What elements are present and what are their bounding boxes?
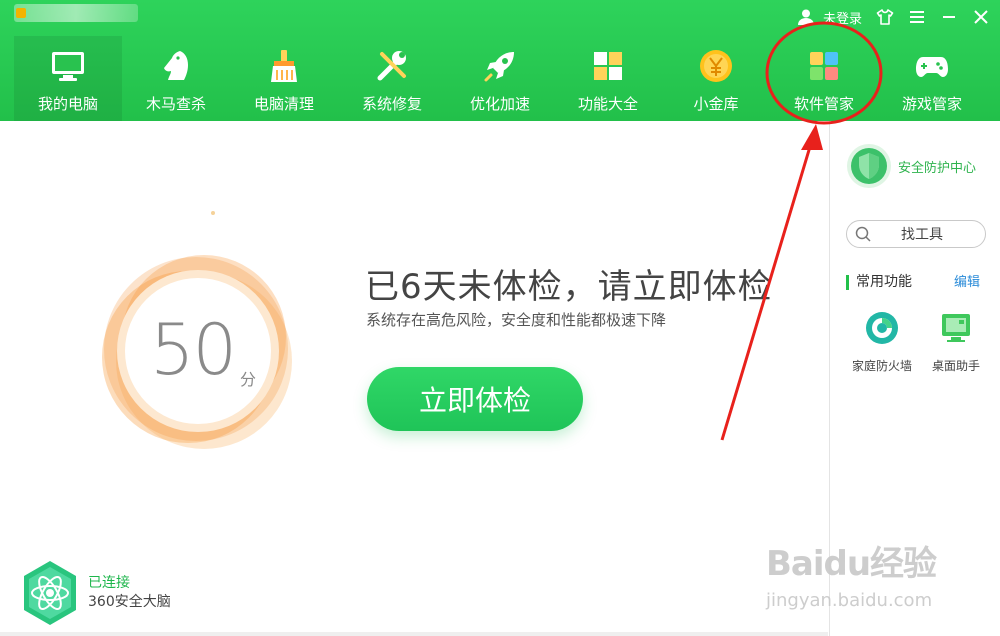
wrench-icon	[377, 51, 406, 81]
nav-label: 系统修复	[361, 95, 422, 113]
score-value: 50	[150, 309, 237, 391]
minimize-button[interactable]	[940, 8, 958, 26]
nav-label: 游戏管家	[901, 95, 962, 113]
nav-vault[interactable]: 小金库	[662, 36, 770, 121]
security-brain-icon	[24, 561, 76, 625]
security-center-link[interactable]: 安全防护中心	[846, 143, 976, 189]
nav-label: 我的电脑	[37, 95, 98, 113]
nav-label: 小金库	[693, 95, 739, 113]
monitor-icon	[52, 52, 84, 81]
brain-name-label: 360安全大脑	[88, 594, 171, 610]
nav-system-repair[interactable]: 系统修复	[338, 36, 446, 121]
window-controls: 未登录	[797, 6, 990, 28]
nav-pc-cleanup[interactable]: 电脑清理	[230, 36, 338, 121]
checkup-subline: 系统存在高危风险，安全度和性能都极速下降	[366, 311, 667, 329]
tool-search-input[interactable]: 找工具	[846, 220, 986, 248]
nav-my-computer[interactable]: 我的电脑	[14, 36, 122, 121]
nav-speed-up[interactable]: 优化加速	[446, 36, 554, 121]
hamburger-icon	[910, 11, 924, 23]
watermark-line1: Baidu经验	[766, 544, 937, 584]
main-nav: 我的电脑 木马查杀 电脑清理 系统修复 优化加速 功能大全 小金库 软件管家 游…	[14, 36, 986, 121]
security-center-label: 安全防护中心	[898, 160, 977, 176]
nav-label: 软件管家	[793, 95, 854, 113]
decor-dot	[211, 211, 215, 215]
top-bar: 未登录 我的电脑 木马查杀 电脑清理 系统修复 优化加速 功能大全 小金库 软件…	[0, 0, 1000, 121]
close-icon	[974, 10, 988, 24]
check-now-button[interactable]: 立即体检	[367, 367, 583, 431]
main-panel: 50 分 已6天未体检，请立即体检 系统存在高危风险，安全度和性能都极速下降 立…	[0, 121, 828, 636]
close-button[interactable]	[972, 8, 990, 26]
brain-connected-label: 已连接	[88, 575, 130, 591]
rocket-icon	[484, 52, 514, 82]
nav-feature-hub[interactable]: 功能大全	[554, 36, 662, 121]
tshirt-icon	[876, 9, 894, 25]
login-button[interactable]: 未登录	[797, 8, 862, 27]
score-unit: 分	[240, 370, 257, 389]
tool-label: 桌面助手	[931, 359, 980, 373]
firewall-icon	[866, 312, 898, 344]
coin-icon	[700, 50, 732, 82]
tool-label: 家庭防火墙	[851, 359, 912, 373]
checkup-headline: 已6天未体检，请立即体检	[365, 267, 773, 307]
nav-label: 功能大全	[577, 95, 638, 113]
skin-button[interactable]	[876, 8, 894, 26]
security-brain-status[interactable]: 已连接 360安全大脑	[20, 559, 180, 629]
watermark-line2: jingyan.baidu.com	[766, 590, 933, 611]
nav-label: 优化加速	[469, 95, 530, 113]
horse-icon	[164, 51, 188, 80]
baidu-watermark: Baidu经验 jingyan.baidu.com	[766, 536, 1000, 628]
tool-family-firewall[interactable]: 家庭防火墙	[847, 311, 917, 374]
gamepad-icon	[916, 57, 948, 77]
tool-desktop-helper[interactable]: 桌面助手	[921, 311, 991, 374]
minimize-icon	[943, 16, 955, 18]
software-icon	[810, 52, 838, 80]
edit-link[interactable]: 编辑	[954, 275, 980, 290]
grid-icon	[594, 52, 622, 80]
common-functions-title: 常用功能	[846, 275, 912, 290]
app-logo	[14, 4, 138, 22]
bottom-divider	[0, 632, 828, 636]
nav-trojan-scan[interactable]: 木马查杀	[122, 36, 230, 121]
shield-icon	[847, 144, 891, 188]
search-icon	[855, 226, 871, 242]
nav-label: 木马查杀	[145, 95, 206, 113]
broom-icon	[271, 50, 297, 82]
nav-game-manager[interactable]: 游戏管家	[878, 36, 986, 121]
menu-button[interactable]	[908, 8, 926, 26]
login-label: 未登录	[822, 11, 862, 27]
tool-search-label: 找工具	[901, 227, 943, 243]
user-icon	[797, 9, 814, 25]
nav-label: 电脑清理	[253, 95, 314, 113]
desktop-helper-icon	[942, 314, 970, 342]
nav-software-manager[interactable]: 软件管家	[770, 36, 878, 121]
